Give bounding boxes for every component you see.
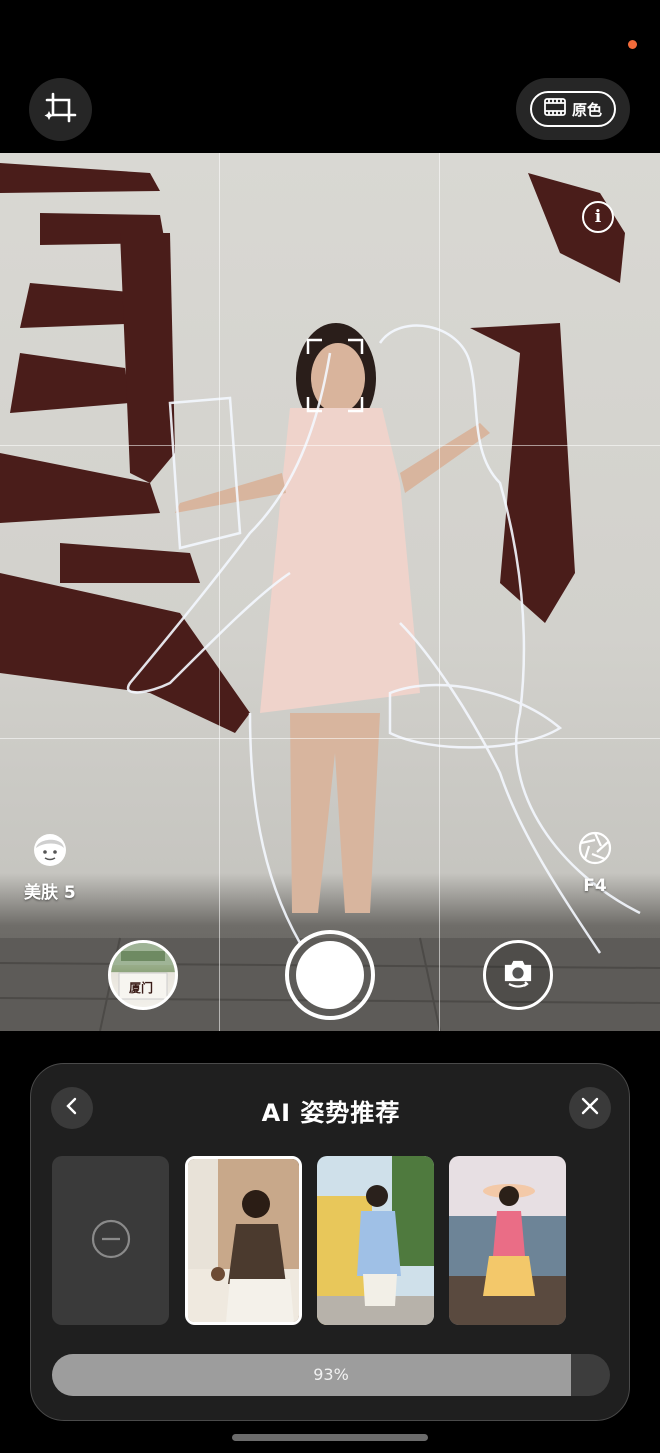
panel-title: AI 姿势推荐	[261, 1099, 401, 1127]
film-icon	[544, 98, 566, 120]
beauty-label: 美肤 5	[24, 883, 76, 903]
face-focus-icon	[306, 338, 364, 413]
status-indicator-dot	[628, 40, 637, 49]
shutter-button[interactable]	[285, 930, 375, 1020]
pose-cafe-image	[188, 1159, 299, 1322]
grid-line	[0, 445, 660, 446]
ai-crop-icon	[43, 90, 79, 130]
grid-line	[439, 153, 440, 1031]
gallery-thumb-text: 厦门	[129, 981, 154, 995]
aperture-icon	[577, 830, 613, 870]
shutter-inner	[296, 941, 364, 1009]
home-indicator[interactable]	[232, 1434, 428, 1441]
beauty-control[interactable]: 美肤 5	[24, 832, 76, 903]
pose-progress-bar: 93%	[52, 1354, 610, 1396]
close-button[interactable]	[569, 1087, 611, 1129]
camera-viewfinder[interactable]	[0, 153, 660, 1031]
info-icon: i	[594, 207, 602, 227]
pose-street-image	[317, 1156, 434, 1325]
color-mode-pill: 原色	[530, 91, 616, 127]
color-mode-button[interactable]: 原色	[516, 78, 630, 140]
grid-line	[0, 738, 660, 739]
pose-option-street[interactable]	[317, 1156, 434, 1325]
pose-option-seaside[interactable]	[449, 1156, 566, 1325]
gallery-thumbnail[interactable]: 厦门	[108, 940, 178, 1010]
color-mode-label: 原色	[571, 100, 602, 119]
aperture-control[interactable]: F4	[577, 830, 613, 896]
gallery-thumbnail-image	[111, 943, 175, 1000]
pose-seaside-image	[449, 1156, 566, 1325]
pose-option-cafe[interactable]	[185, 1156, 302, 1325]
info-button[interactable]: i	[582, 201, 614, 233]
face-beauty-icon	[32, 832, 68, 872]
close-icon	[581, 1097, 599, 1119]
pose-none-option[interactable]	[52, 1156, 169, 1325]
grid-line	[219, 153, 220, 1031]
camera-flip-icon	[501, 958, 535, 992]
camera-flip-button[interactable]	[483, 940, 553, 1010]
aperture-label: F4	[583, 876, 607, 896]
progress-label: 93%	[313, 1365, 349, 1384]
scene-backdrop	[0, 163, 660, 1031]
ai-crop-button[interactable]	[29, 78, 92, 141]
minus-circle-icon	[91, 1219, 131, 1263]
ai-pose-panel: AI 姿势推荐 93%	[30, 1063, 630, 1421]
